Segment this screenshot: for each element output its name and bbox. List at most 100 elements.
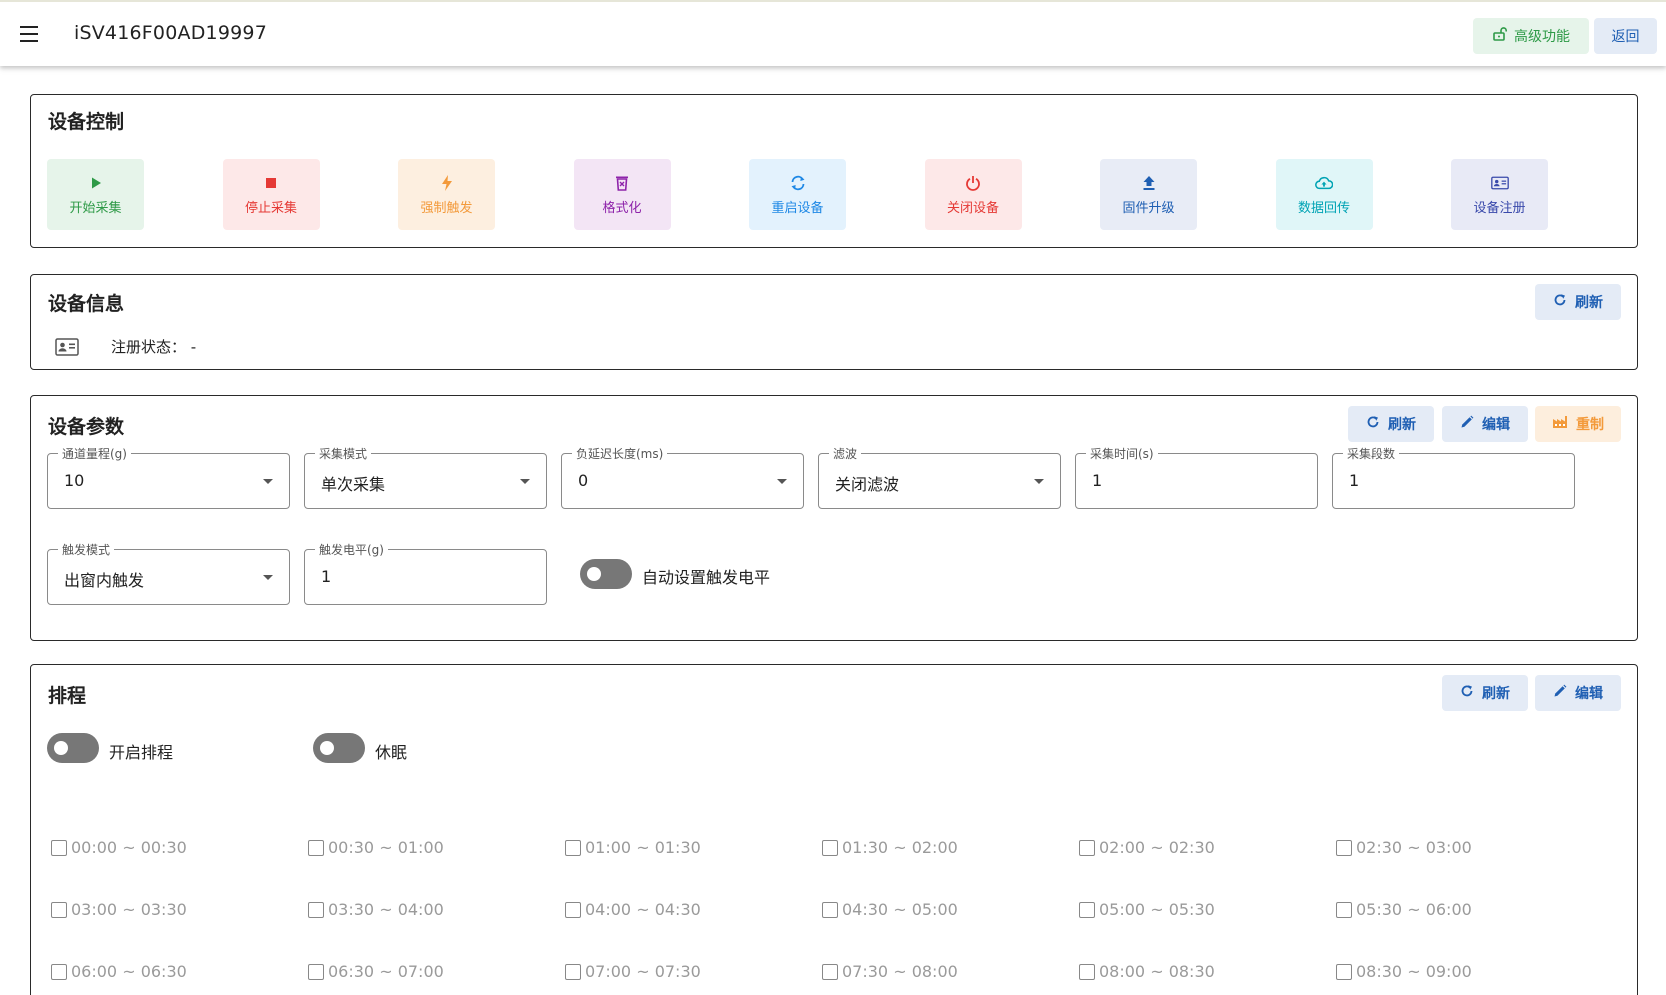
- unlock-icon: [1492, 26, 1508, 46]
- control-button-trigger[interactable]: 强制触发: [398, 159, 495, 230]
- checkbox[interactable]: [51, 901, 67, 918]
- control-button-start[interactable]: 开始采集: [47, 159, 144, 230]
- schedule-slot[interactable]: 03:30 ~ 04:00: [308, 900, 444, 919]
- schedule-slot[interactable]: 05:00 ~ 05:30: [1079, 900, 1215, 919]
- auto-trigger-level-switch[interactable]: [580, 559, 632, 589]
- slot-label: 02:00 ~ 02:30: [1099, 838, 1215, 857]
- negative-delay-select[interactable]: 负延迟长度(ms) 0: [561, 445, 804, 509]
- checkbox[interactable]: [308, 901, 324, 918]
- field-label: 负延迟长度(ms): [572, 445, 668, 462]
- trigger-mode-select[interactable]: 触发模式 出窗内触发: [47, 541, 290, 605]
- schedule-slot[interactable]: 04:00 ~ 04:30: [565, 900, 701, 919]
- control-button-upload[interactable]: 数据回传: [1275, 159, 1373, 230]
- control-button-format[interactable]: 格式化: [573, 159, 671, 230]
- slot-label: 05:00 ~ 05:30: [1099, 900, 1215, 919]
- sleep-switch[interactable]: [313, 733, 365, 763]
- field-value: 关闭滤波: [835, 475, 900, 494]
- device-params-title: 设备参数: [48, 416, 125, 438]
- checkbox[interactable]: [822, 839, 838, 856]
- checkbox[interactable]: [308, 963, 324, 980]
- enable-schedule-switch[interactable]: [47, 733, 99, 763]
- checkbox[interactable]: [565, 839, 581, 856]
- schedule-slot[interactable]: 06:30 ~ 07:00: [308, 962, 444, 981]
- id-card-icon: [1490, 174, 1509, 192]
- field-value: 0: [578, 471, 589, 490]
- field-label: 触发模式: [58, 541, 115, 558]
- schedule-slot[interactable]: 05:30 ~ 06:00: [1336, 900, 1472, 919]
- slot-label: 04:30 ~ 05:00: [842, 900, 958, 919]
- acquisition-time-input[interactable]: 采集时间(s) 1: [1075, 445, 1318, 509]
- schedule-title: 排程: [48, 685, 87, 707]
- edit-label: 编辑: [1482, 417, 1510, 433]
- refresh-label: 刷新: [1482, 686, 1510, 702]
- lightning-icon: [438, 174, 456, 192]
- params-edit-button[interactable]: 编辑: [1442, 406, 1528, 442]
- acquisition-mode-select[interactable]: 采集模式 单次采集: [304, 445, 547, 509]
- refresh-label: 刷新: [1388, 417, 1416, 433]
- slot-label: 02:30 ~ 03:00: [1356, 838, 1472, 857]
- refresh-icon: [1460, 684, 1474, 702]
- control-button-stop[interactable]: 停止采集: [222, 159, 320, 230]
- checkbox[interactable]: [1336, 963, 1352, 980]
- checkbox[interactable]: [565, 901, 581, 918]
- checkbox[interactable]: [565, 963, 581, 980]
- checkbox[interactable]: [822, 901, 838, 918]
- field-value: 1: [1349, 471, 1360, 490]
- schedule-slot[interactable]: 00:30 ~ 01:00: [308, 838, 444, 857]
- reset-label: 重制: [1576, 417, 1604, 433]
- schedule-slot[interactable]: 01:00 ~ 01:30: [565, 838, 701, 857]
- field-value: 10: [64, 471, 85, 490]
- slot-label: 07:00 ~ 07:30: [585, 962, 701, 981]
- segment-count-input[interactable]: 采集段数 1: [1332, 445, 1575, 509]
- control-button-shutdown[interactable]: 关闭设备: [924, 159, 1022, 230]
- schedule-slot[interactable]: 07:00 ~ 07:30: [565, 962, 701, 981]
- channel-range-select[interactable]: 通道量程(g) 10: [47, 445, 290, 509]
- params-reset-button[interactable]: 重制: [1535, 406, 1621, 442]
- device-info-refresh-button[interactable]: 刷新: [1535, 284, 1621, 320]
- refresh-label: 刷新: [1575, 295, 1603, 311]
- schedule-slot[interactable]: 04:30 ~ 05:00: [822, 900, 958, 919]
- slot-label: 00:00 ~ 00:30: [71, 838, 187, 857]
- control-button-restart[interactable]: 重启设备: [749, 159, 846, 230]
- filter-select[interactable]: 滤波 关闭滤波: [818, 445, 1061, 509]
- schedule-slot[interactable]: 02:30 ~ 03:00: [1336, 838, 1472, 857]
- checkbox[interactable]: [1336, 839, 1352, 856]
- slot-label: 08:30 ~ 09:00: [1356, 962, 1472, 981]
- schedule-refresh-button[interactable]: 刷新: [1442, 675, 1528, 711]
- advanced-features-label: 高级功能: [1514, 29, 1570, 45]
- schedule-slot[interactable]: 02:00 ~ 02:30: [1079, 838, 1215, 857]
- schedule-slot[interactable]: 07:30 ~ 08:00: [822, 962, 958, 981]
- hamburger-menu-icon[interactable]: [18, 26, 42, 44]
- schedule-slot[interactable]: 00:00 ~ 00:30: [51, 838, 187, 857]
- schedule-slot[interactable]: 08:30 ~ 09:00: [1336, 962, 1472, 981]
- auto-trigger-level-label: 自动设置触发电平: [642, 568, 771, 587]
- checkbox[interactable]: [51, 839, 67, 856]
- field-label: 通道量程(g): [58, 445, 131, 462]
- checkbox[interactable]: [822, 963, 838, 980]
- schedule-slot[interactable]: 08:00 ~ 08:30: [1079, 962, 1215, 981]
- checkbox[interactable]: [1079, 839, 1095, 856]
- schedule-slot[interactable]: 06:00 ~ 06:30: [51, 962, 187, 981]
- refresh-icon: [1366, 415, 1380, 433]
- checkbox[interactable]: [51, 963, 67, 980]
- control-button-firmware[interactable]: 固件升级: [1100, 159, 1197, 230]
- checkbox[interactable]: [1079, 963, 1095, 980]
- enable-schedule-label: 开启排程: [109, 743, 174, 762]
- chevron-down-icon: [777, 479, 787, 484]
- trigger-level-input[interactable]: 触发电平(g) 1: [304, 541, 547, 605]
- checkbox[interactable]: [1079, 901, 1095, 918]
- params-refresh-button[interactable]: 刷新: [1348, 406, 1434, 442]
- back-button[interactable]: 返回: [1594, 18, 1657, 54]
- schedule-slot[interactable]: 01:30 ~ 02:00: [822, 838, 958, 857]
- schedule-slot[interactable]: 03:00 ~ 03:30: [51, 900, 187, 919]
- checkbox[interactable]: [308, 839, 324, 856]
- register-status-value: -: [190, 338, 197, 356]
- advanced-features-button[interactable]: 高级功能: [1473, 18, 1589, 54]
- slot-label: 06:30 ~ 07:00: [328, 962, 444, 981]
- schedule-edit-button[interactable]: 编辑: [1535, 675, 1621, 711]
- checkbox[interactable]: [1336, 901, 1352, 918]
- trash-icon: [613, 174, 631, 192]
- chevron-down-icon: [520, 479, 530, 484]
- register-status-label: 注册状态：: [111, 338, 187, 356]
- control-button-register[interactable]: 设备注册: [1451, 159, 1548, 230]
